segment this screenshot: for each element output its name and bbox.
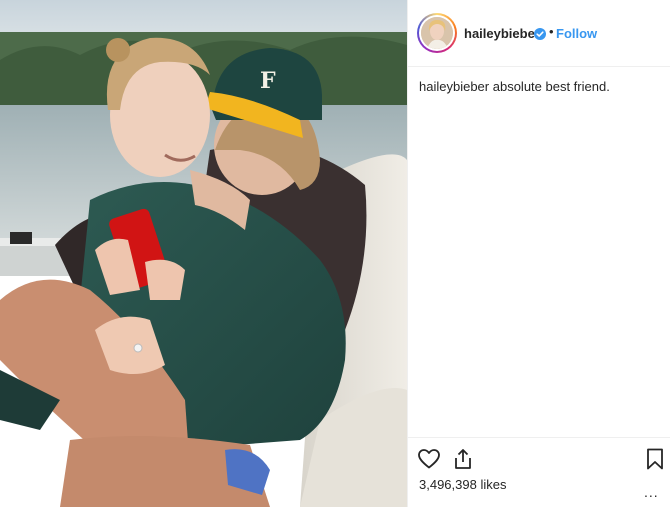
follow-button[interactable]: Follow [556, 26, 597, 41]
avatar-ring [419, 15, 455, 51]
post-photo[interactable]: F [0, 0, 407, 507]
post-caption: haileybieber absolute best friend. [419, 78, 659, 95]
svg-text:F: F [260, 68, 276, 94]
username-link[interactable]: haileybieber [464, 26, 540, 41]
separator-dot: • [549, 24, 554, 39]
verified-badge-icon [534, 27, 546, 40]
heart-icon[interactable] [417, 447, 441, 471]
likes-count[interactable]: 3,496,398 likes [419, 477, 506, 492]
caption-text: absolute best friend. [492, 79, 610, 94]
post-sidebar: haileybieber • Follow haileybieber absol… [407, 0, 670, 507]
more-options-icon[interactable]: ... [644, 484, 659, 500]
caption-username[interactable]: haileybieber [419, 79, 489, 94]
bookmark-icon[interactable] [643, 447, 667, 471]
avatar-image [421, 17, 453, 49]
avatar[interactable] [417, 13, 457, 53]
share-icon[interactable] [451, 447, 475, 471]
post-actions: 3,496,398 likes ... [408, 437, 670, 507]
instagram-post: F haileybieber • Follow haileybieber abs… [0, 0, 670, 507]
post-header: haileybieber • Follow [408, 0, 670, 67]
